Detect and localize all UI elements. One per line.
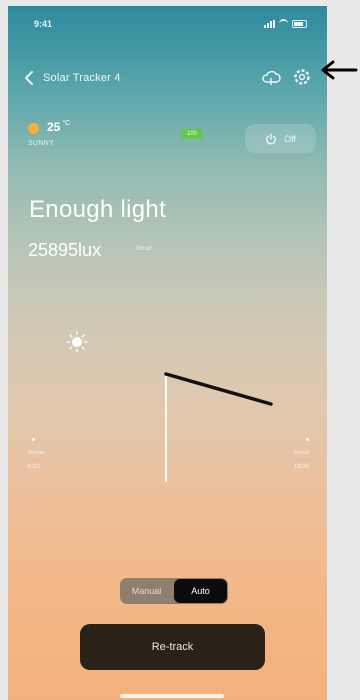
page-title: Solar Tracker 4 <box>43 72 121 84</box>
home-indicator <box>120 694 224 698</box>
status-icons <box>264 19 307 28</box>
device-battery-badge: 100 <box>181 129 203 139</box>
lux-value: 25895lux <box>28 240 102 260</box>
cloud-icon[interactable] <box>261 68 281 86</box>
status-bar: 9:41 <box>8 6 327 40</box>
retrack-button[interactable]: Re-track <box>80 624 265 670</box>
sunrise-dot <box>32 438 35 441</box>
light-status: Enough light <box>29 196 167 223</box>
sunrise-time: 6:10 <box>28 464 40 470</box>
sunset-time: 18:30 <box>293 464 309 470</box>
mode-option-auto[interactable]: Auto <box>174 579 227 603</box>
signal-icon <box>264 19 275 28</box>
power-icon <box>266 132 276 144</box>
sun-position-icon <box>66 331 88 353</box>
mode-option-manual[interactable]: Manual <box>120 578 173 604</box>
sunset-label: Sunset <box>293 450 309 456</box>
power-button[interactable]: Off <box>245 124 316 153</box>
gear-icon[interactable] <box>292 67 312 87</box>
lux-quality-tag: Good <box>136 246 152 252</box>
temperature: 25 °C <box>47 120 70 134</box>
phone-screen: 9:41 Solar Tracker 4 25 °C SUNNY 100 Off… <box>8 6 327 700</box>
nav-bar: Solar Tracker 4 <box>8 64 327 92</box>
sunset-marker: Sunset 18:30 <box>276 438 309 470</box>
tracker-panel <box>164 372 273 406</box>
status-time: 9:41 <box>34 19 53 29</box>
sun-icon <box>28 123 39 134</box>
weather-condition: SUNNY <box>28 140 55 147</box>
annotation-arrow-icon <box>321 60 358 80</box>
wifi-icon <box>279 19 288 28</box>
temperature-value: 25 <box>47 120 61 134</box>
sunrise-marker: Sunrise 6:10 <box>28 438 45 470</box>
back-icon[interactable] <box>22 69 36 87</box>
screenshot-stage: 9:41 Solar Tracker 4 25 °C SUNNY 100 Off… <box>0 0 360 700</box>
power-label: Off <box>284 133 296 144</box>
tracker-visualization <box>164 372 273 482</box>
temperature-unit: °C <box>62 120 71 127</box>
battery-icon <box>292 19 307 28</box>
mode-toggle[interactable]: Manual Auto <box>120 578 228 604</box>
sunset-dot <box>306 438 309 441</box>
sunrise-label: Sunrise <box>28 450 45 456</box>
